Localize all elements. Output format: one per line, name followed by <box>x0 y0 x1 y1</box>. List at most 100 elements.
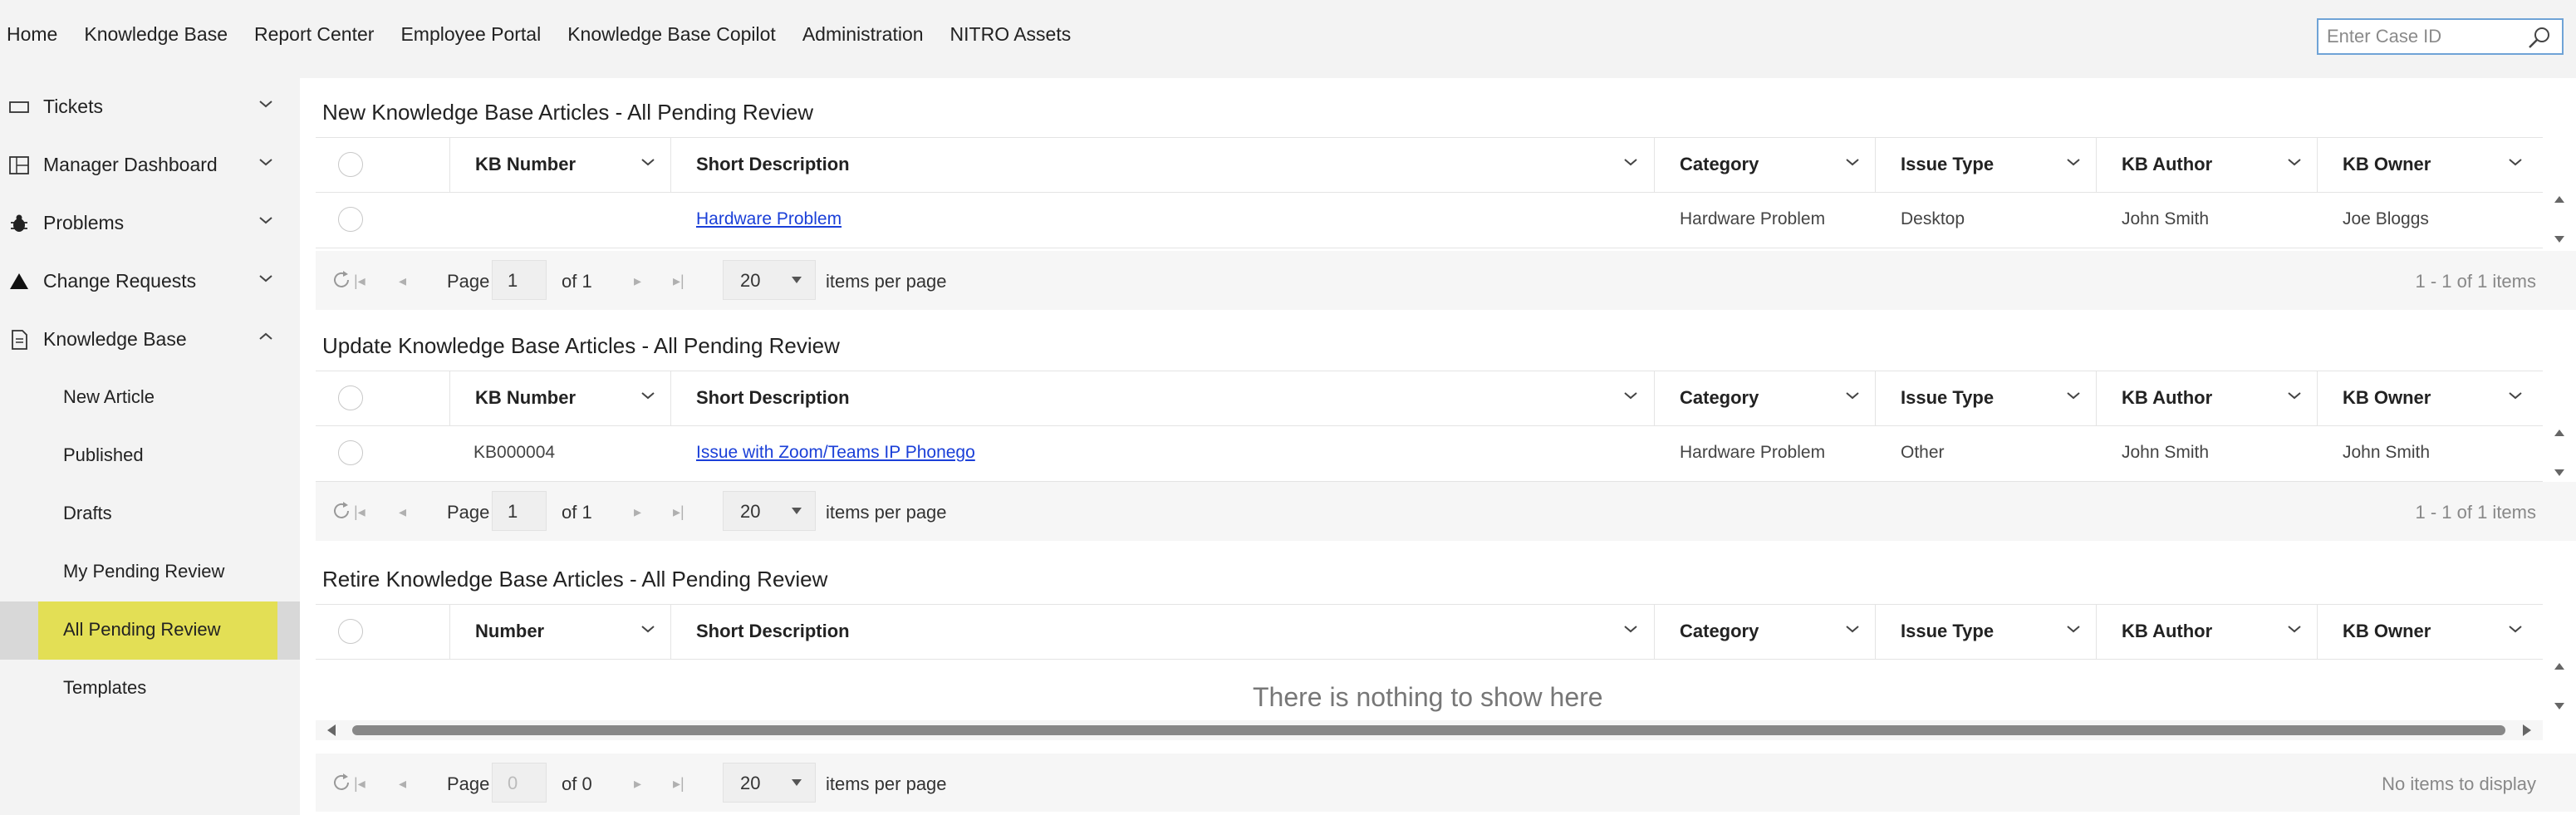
chevron-down-icon[interactable] <box>2065 156 2082 172</box>
sidebar-item-knowledge-base[interactable]: Knowledge Base <box>0 311 300 369</box>
chevron-down-icon[interactable] <box>2286 390 2303 405</box>
refresh-icon[interactable] <box>331 772 352 798</box>
chevron-down-icon[interactable] <box>640 156 656 172</box>
last-page-icon[interactable]: ▸| <box>673 775 684 793</box>
column-kb-author[interactable]: KB Author <box>2097 605 2318 660</box>
sidebar-item-templates[interactable]: Templates <box>38 660 277 718</box>
chevron-down-icon[interactable] <box>258 156 274 172</box>
column-short-description[interactable]: Short Description <box>671 605 1655 660</box>
column-short-description[interactable]: Short Description <box>671 138 1655 193</box>
items-per-page-select[interactable]: 20 <box>723 260 816 300</box>
nav-administration[interactable]: Administration <box>802 23 924 46</box>
column-kb-owner[interactable]: KB Owner <box>2318 371 2543 426</box>
pager-info: 1 - 1 of 1 items <box>2415 502 2536 523</box>
page-number-input[interactable]: 0 <box>492 763 547 803</box>
column-kb-author[interactable]: KB Author <box>2097 138 2318 193</box>
page-number-input[interactable]: 1 <box>492 260 547 300</box>
nav-report-center[interactable]: Report Center <box>254 23 374 46</box>
column-issue-type[interactable]: Issue Type <box>1876 371 2097 426</box>
page-number-input[interactable]: 1 <box>492 491 547 531</box>
cell-short-description-link[interactable]: Hardware Problem <box>696 209 841 229</box>
select-all-checkbox[interactable] <box>338 152 363 177</box>
case-id-input[interactable] <box>2318 20 2518 53</box>
chevron-down-icon[interactable] <box>2507 156 2524 172</box>
dropdown-arrow-icon <box>792 277 802 283</box>
column-category[interactable]: Category <box>1655 138 1876 193</box>
sidebar-item-new-article[interactable]: New Article <box>38 369 277 427</box>
vertical-scrollbar[interactable] <box>2543 426 2576 482</box>
table-row[interactable]: KB000004 Issue with Zoom/Teams IP Phoneg… <box>316 426 2543 482</box>
chevron-down-icon[interactable] <box>640 390 656 405</box>
chevron-down-icon[interactable] <box>1844 156 1861 172</box>
refresh-icon[interactable] <box>331 500 352 526</box>
chevron-down-icon[interactable] <box>2507 390 2524 405</box>
chevron-down-icon[interactable] <box>2286 156 2303 172</box>
first-page-icon[interactable]: |◂ <box>354 272 366 290</box>
chevron-down-icon[interactable] <box>1622 623 1639 639</box>
sidebar-item-drafts[interactable]: Drafts <box>38 485 277 543</box>
chevron-down-icon[interactable] <box>1844 623 1861 639</box>
next-page-icon[interactable]: ▸ <box>634 272 641 290</box>
chevron-down-icon[interactable] <box>2507 623 2524 639</box>
chevron-down-icon[interactable] <box>2286 623 2303 639</box>
horizontal-scrollbar[interactable] <box>316 720 2543 740</box>
last-page-icon[interactable]: ▸| <box>673 503 684 521</box>
sidebar-item-published[interactable]: Published <box>38 427 277 485</box>
search-icon[interactable] <box>2527 25 2552 54</box>
column-kb-owner[interactable]: KB Owner <box>2318 138 2543 193</box>
sidebar-item-problems[interactable]: Problems <box>0 194 300 253</box>
column-issue-type[interactable]: Issue Type <box>1876 138 2097 193</box>
last-page-icon[interactable]: ▸| <box>673 272 684 290</box>
select-all-checkbox[interactable] <box>338 619 363 644</box>
chevron-down-icon[interactable] <box>640 623 656 639</box>
sidebar-item-all-pending-review[interactable]: All Pending Review <box>38 601 277 660</box>
next-page-icon[interactable]: ▸ <box>634 503 641 521</box>
previous-page-icon[interactable]: ◂ <box>399 272 406 290</box>
column-kb-author[interactable]: KB Author <box>2097 371 2318 426</box>
column-kb-number[interactable]: KB Number <box>450 371 671 426</box>
first-page-icon[interactable]: |◂ <box>354 775 366 793</box>
table-row[interactable]: Hardware Problem Hardware Problem Deskto… <box>316 193 2543 248</box>
vertical-scrollbar[interactable] <box>2543 660 2576 715</box>
column-kb-owner[interactable]: KB Owner <box>2318 605 2543 660</box>
column-issue-type[interactable]: Issue Type <box>1876 605 2097 660</box>
chevron-down-icon[interactable] <box>258 214 274 230</box>
chevron-down-icon[interactable] <box>1622 156 1639 172</box>
chevron-down-icon[interactable] <box>2065 623 2082 639</box>
sidebar-item-tickets[interactable]: Tickets <box>0 78 300 136</box>
column-kb-number[interactable]: KB Number <box>450 138 671 193</box>
column-category[interactable]: Category <box>1655 371 1876 426</box>
cell-kb-author: John Smith <box>2122 443 2210 462</box>
previous-page-icon[interactable]: ◂ <box>399 775 406 793</box>
previous-page-icon[interactable]: ◂ <box>399 503 406 521</box>
select-all-checkbox[interactable] <box>338 385 363 410</box>
column-number[interactable]: Number <box>450 605 671 660</box>
chevron-up-icon[interactable] <box>258 331 274 346</box>
cell-short-description-link[interactable]: Issue with Zoom/Teams IP Phonego <box>696 443 975 463</box>
column-short-description[interactable]: Short Description <box>671 371 1655 426</box>
chevron-down-icon[interactable] <box>2065 390 2082 405</box>
chevron-down-icon[interactable] <box>1844 390 1861 405</box>
column-category[interactable]: Category <box>1655 605 1876 660</box>
items-per-page-select[interactable]: 20 <box>723 763 816 803</box>
refresh-icon[interactable] <box>331 269 352 295</box>
chevron-down-icon[interactable] <box>258 98 274 114</box>
sidebar-item-change-requests[interactable]: Change Requests <box>0 253 300 311</box>
nav-knowledge-base[interactable]: Knowledge Base <box>84 23 228 46</box>
nav-employee-portal[interactable]: Employee Portal <box>400 23 541 46</box>
nav-knowledge-base-copilot[interactable]: Knowledge Base Copilot <box>567 23 776 46</box>
vertical-scrollbar[interactable] <box>2543 193 2576 248</box>
page-count: of 0 <box>562 773 592 794</box>
next-page-icon[interactable]: ▸ <box>634 775 641 793</box>
items-per-page-label: items per page <box>826 502 947 523</box>
nav-home[interactable]: Home <box>7 23 57 46</box>
row-select-checkbox[interactable] <box>338 207 363 232</box>
chevron-down-icon[interactable] <box>1622 390 1639 405</box>
sidebar-item-manager-dashboard[interactable]: Manager Dashboard <box>0 136 300 194</box>
first-page-icon[interactable]: |◂ <box>354 503 366 521</box>
chevron-down-icon[interactable] <box>258 272 274 288</box>
row-select-checkbox[interactable] <box>338 440 363 465</box>
items-per-page-select[interactable]: 20 <box>723 491 816 531</box>
nav-nitro-assets[interactable]: NITRO Assets <box>950 23 1072 46</box>
sidebar-item-my-pending-review[interactable]: My Pending Review <box>38 543 277 601</box>
